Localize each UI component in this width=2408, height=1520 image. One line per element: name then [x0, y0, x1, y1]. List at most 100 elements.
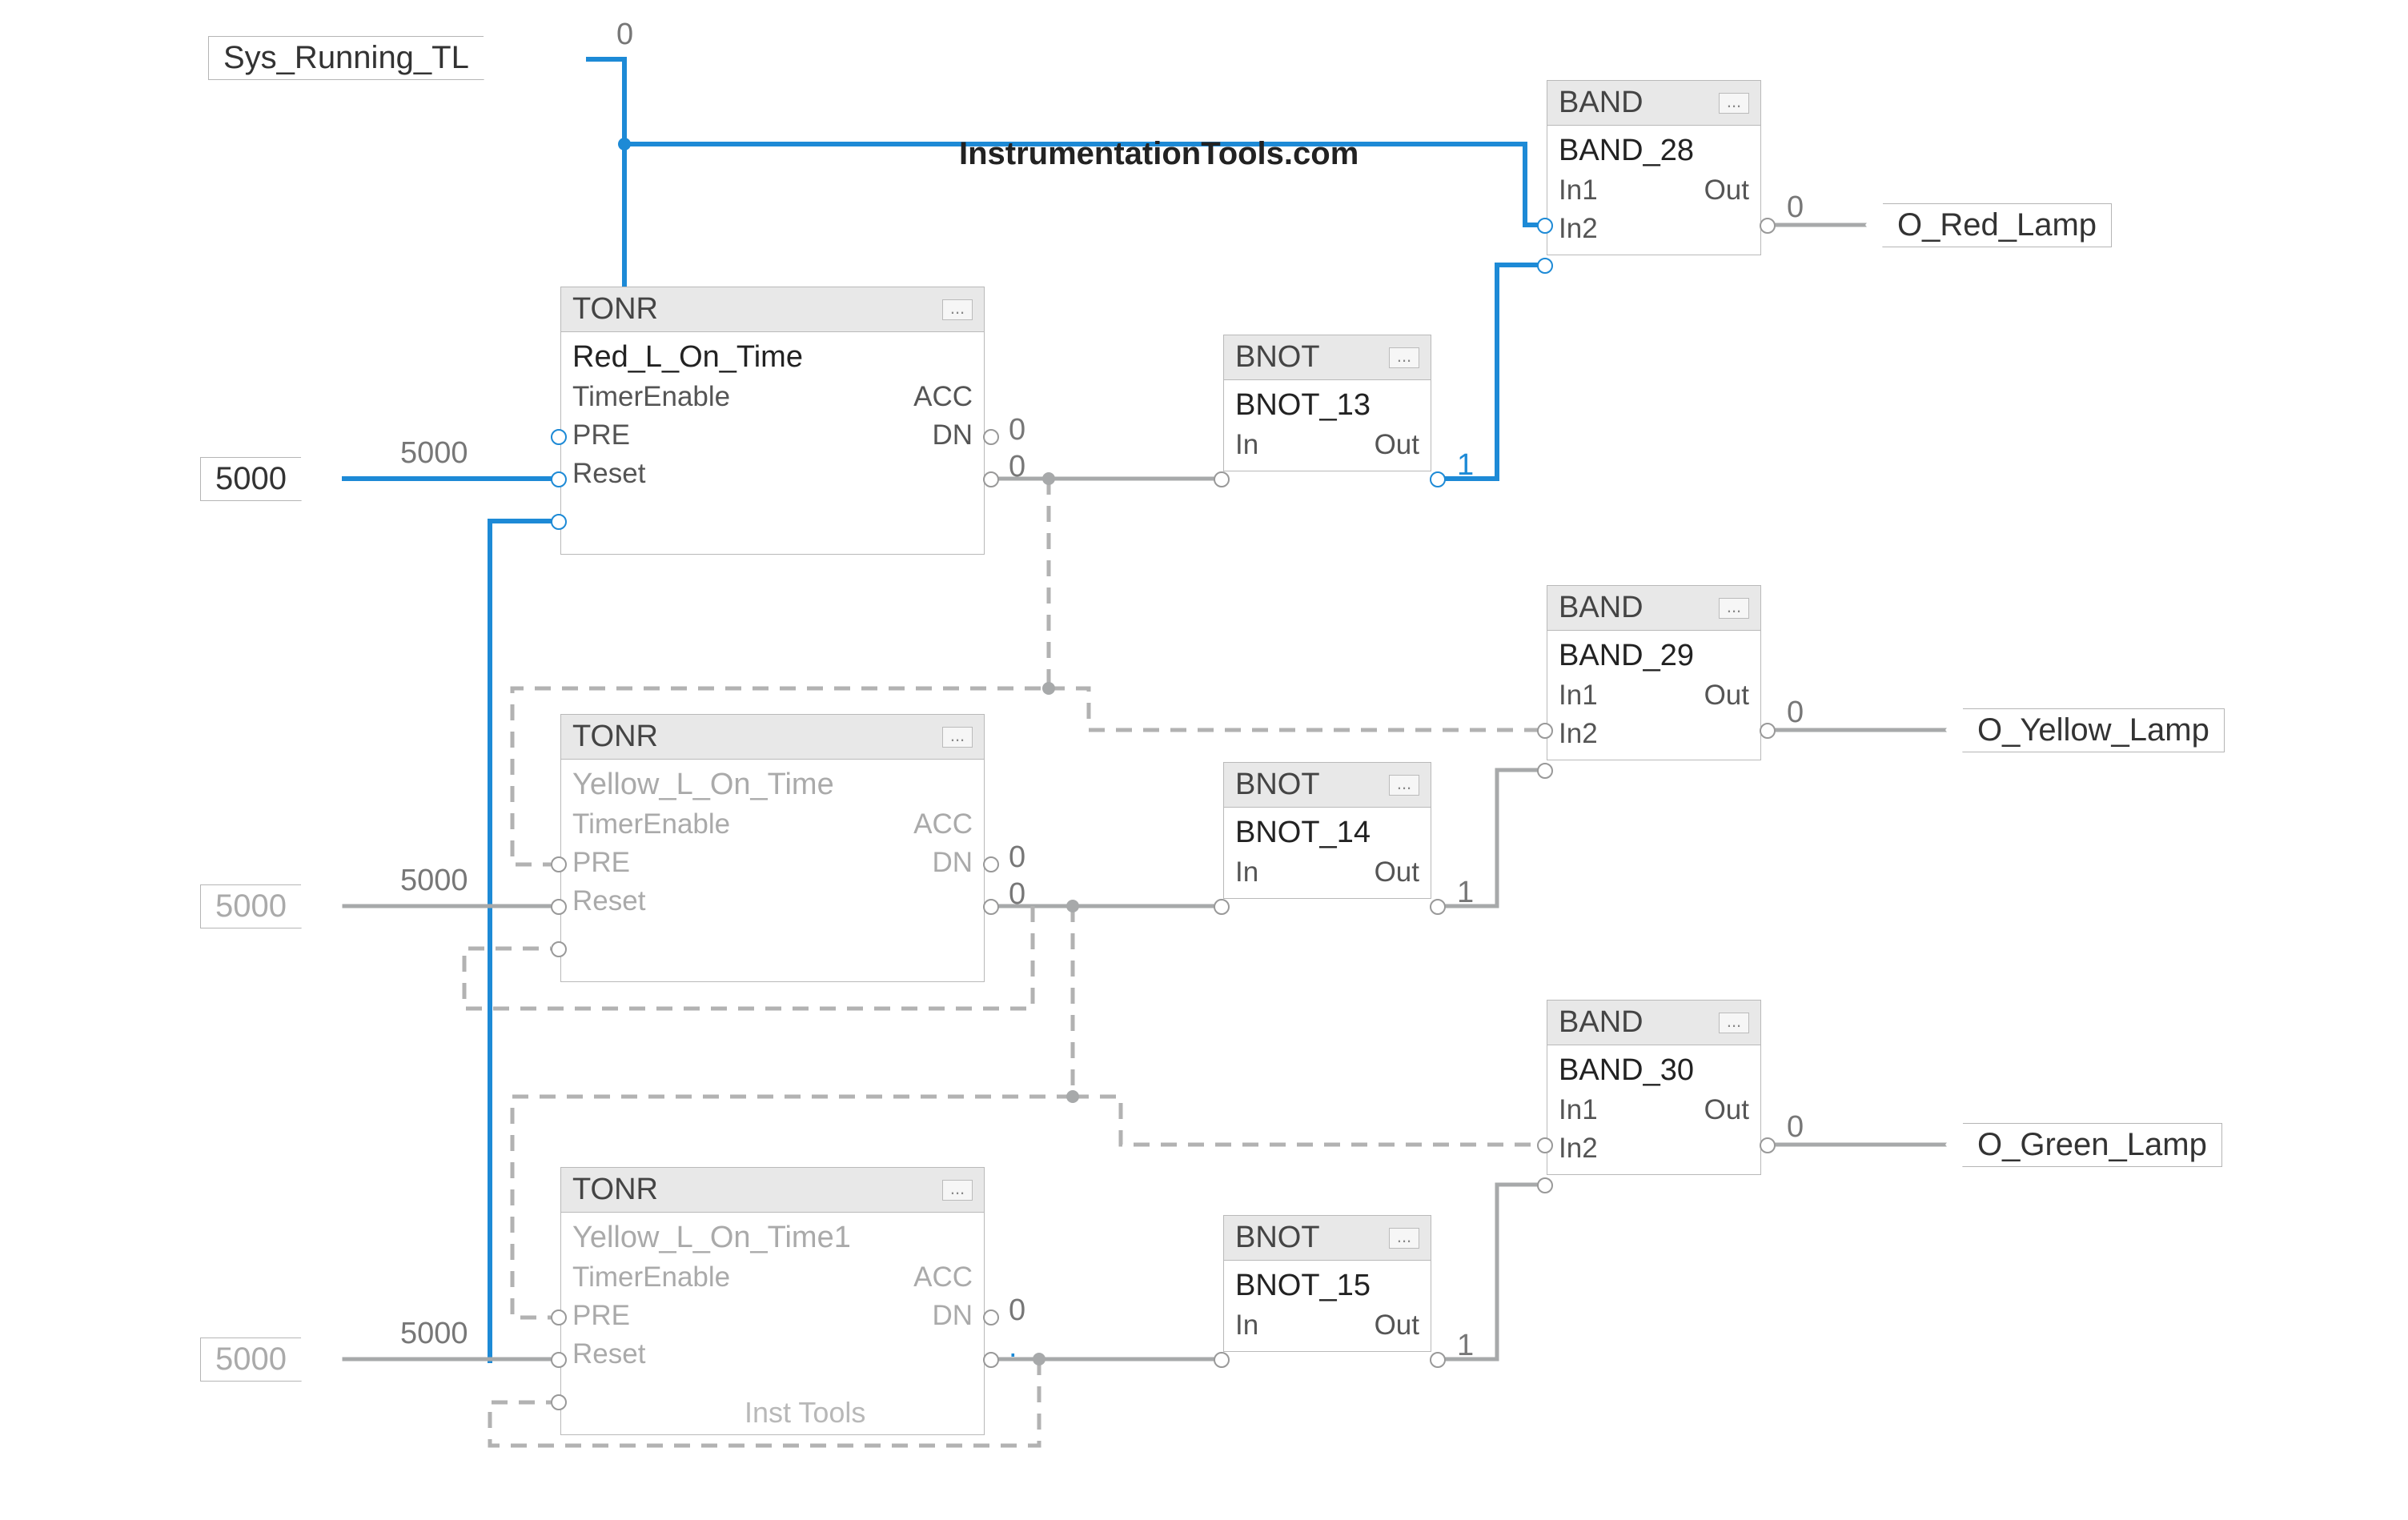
wire-value: 0 — [1009, 450, 1025, 484]
iref-preset-c[interactable]: 5000 — [200, 1337, 319, 1382]
ellipsis-icon[interactable]: ... — [1719, 1013, 1749, 1033]
block-type-label: TONR — [572, 720, 658, 754]
tag-point-icon — [1945, 708, 1963, 752]
wire-value: 5000 — [400, 1317, 468, 1351]
block-band-29[interactable]: BAND ... BAND_29 In1Out In2 — [1547, 585, 1761, 760]
block-header: TONR ... — [561, 1168, 984, 1213]
pin-dot — [1214, 1352, 1230, 1368]
ellipsis-icon[interactable]: ... — [942, 299, 973, 320]
oref-yellow-lamp[interactable]: O_Yellow_Lamp — [1945, 708, 2225, 752]
ellipsis-icon[interactable]: ... — [1719, 93, 1749, 114]
block-header: BAND ... — [1547, 81, 1760, 126]
block-type-label: TONR — [572, 292, 658, 327]
pin-label: ACC — [913, 378, 973, 416]
block-header: BNOT ... — [1224, 1216, 1431, 1261]
wire-value: 5000 — [400, 864, 468, 898]
instance-name: BNOT_13 — [1235, 383, 1419, 426]
ellipsis-icon[interactable]: ... — [1389, 1228, 1419, 1249]
block-bnot-15[interactable]: BNOT ... BNOT_15 InOut — [1223, 1215, 1431, 1352]
block-body: Yellow_L_On_Time TimerEnable ACC PRE DN Re… — [561, 760, 984, 927]
pin-label: TimerEnable — [572, 805, 730, 844]
oref-label: O_Yellow_Lamp — [1962, 708, 2225, 752]
pin-dot — [983, 429, 999, 445]
pin-label: TimerEnable — [572, 378, 730, 416]
pin-label: In1 — [1559, 1091, 1598, 1129]
block-header: BNOT ... — [1224, 335, 1431, 380]
ellipsis-icon[interactable]: ... — [1389, 347, 1419, 368]
block-body: BNOT_14 InOut — [1224, 808, 1431, 898]
pin-dot — [983, 471, 999, 487]
oref-red-lamp[interactable]: O_Red_Lamp — [1865, 203, 2112, 247]
block-body: Yellow_L_On_Time1 TimerEnableACC PREDN R… — [561, 1213, 984, 1380]
tag-point-icon — [301, 1337, 319, 1382]
pin-label: Out — [1375, 426, 1419, 464]
pin-dot — [983, 1352, 999, 1368]
pin-label: ACC — [913, 805, 973, 844]
iref-preset-a[interactable]: 5000 — [200, 456, 319, 501]
pin-label: In2 — [1559, 210, 1598, 248]
pin-label: In1 — [1559, 171, 1598, 210]
wire-value: 1 — [1457, 448, 1474, 483]
instance-name: Yellow_L_On_Time — [572, 763, 973, 805]
block-tonr-red[interactable]: TONR ... Red_L_On_Time TimerEnableACC PR… — [560, 287, 985, 555]
wire-value: 0 — [1009, 877, 1025, 912]
block-band-30[interactable]: BAND ... BAND_30 In1 Out In2 — [1547, 1000, 1761, 1175]
pin-label: DN — [932, 844, 973, 882]
block-bnot-14[interactable]: BNOT ... BNOT_14 InOut — [1223, 762, 1431, 899]
pin-dot — [983, 899, 999, 915]
pin-label: In — [1235, 853, 1258, 892]
pin-label: In1 — [1559, 676, 1598, 715]
ellipsis-icon[interactable]: ... — [942, 727, 973, 748]
block-band-28[interactable]: BAND ... BAND_28 In1 Out In2 — [1547, 80, 1761, 255]
wire-value: 0 — [1787, 696, 1804, 730]
pin-label: DN — [932, 1297, 973, 1335]
pin-label: Reset — [572, 455, 645, 493]
instance-name: BAND_29 — [1559, 634, 1749, 676]
block-type-label: BNOT — [1235, 1221, 1320, 1255]
pin-label: Out — [1704, 171, 1749, 210]
ellipsis-icon[interactable]: ... — [1389, 775, 1419, 796]
block-body: BAND_28 In1 Out In2 — [1547, 126, 1760, 255]
block-header: BAND ... — [1547, 1001, 1760, 1045]
pin-dot — [1430, 1352, 1446, 1368]
block-bnot-13[interactable]: BNOT ... BNOT_13 In Out — [1223, 335, 1431, 471]
oref-green-lamp[interactable]: O_Green_Lamp — [1945, 1122, 2222, 1167]
instance-name: BAND_30 — [1559, 1049, 1749, 1091]
instance-name: Yellow_L_On_Time1 — [572, 1216, 973, 1258]
pin-dot — [551, 1394, 567, 1410]
iref-preset-b[interactable]: 5000 — [200, 884, 319, 928]
pin-dot — [1430, 899, 1446, 915]
block-tonr-yellow[interactable]: TONR ... Yellow_L_On_Time TimerEnable ACC… — [560, 714, 985, 982]
pin-label: In2 — [1559, 1129, 1598, 1168]
block-body: Red_L_On_Time TimerEnableACC PREDN Reset — [561, 332, 984, 499]
pin-label: Reset — [572, 1335, 645, 1374]
pin-dot — [551, 856, 567, 872]
pin-dot — [983, 856, 999, 872]
tag-point-icon — [484, 35, 501, 80]
iref-label: 5000 — [200, 884, 302, 928]
iref-label: 5000 — [200, 1338, 302, 1382]
ellipsis-icon[interactable]: ... — [1719, 598, 1749, 619]
ellipsis-icon[interactable]: ... — [942, 1180, 973, 1201]
pin-label: PRE — [572, 416, 630, 455]
pin-label: In — [1235, 426, 1258, 464]
pin-dot — [551, 899, 567, 915]
oref-label: O_Green_Lamp — [1962, 1123, 2222, 1167]
pin-dot — [1760, 723, 1776, 739]
pin-label: Out — [1704, 1091, 1749, 1129]
pin-dot — [983, 1309, 999, 1325]
iref-sys-running[interactable]: Sys_Running_TL — [208, 35, 501, 80]
pin-label: Reset — [572, 882, 645, 920]
block-tonr-yellow1[interactable]: TONR ... Yellow_L_On_Time1 TimerEnableAC… — [560, 1167, 985, 1435]
pin-label: DN — [932, 416, 973, 455]
pin-dot — [1214, 471, 1230, 487]
pin-label: PRE — [572, 844, 630, 882]
pin-dot — [551, 514, 567, 530]
instance-name: BAND_28 — [1559, 129, 1749, 171]
pin-dot — [1537, 723, 1553, 739]
block-type-label: BAND — [1559, 591, 1643, 625]
pin-dot — [1430, 471, 1446, 487]
wire-value: 0 — [1009, 840, 1025, 875]
pin-label: TimerEnable — [572, 1258, 730, 1297]
pin-dot — [1537, 1177, 1553, 1193]
